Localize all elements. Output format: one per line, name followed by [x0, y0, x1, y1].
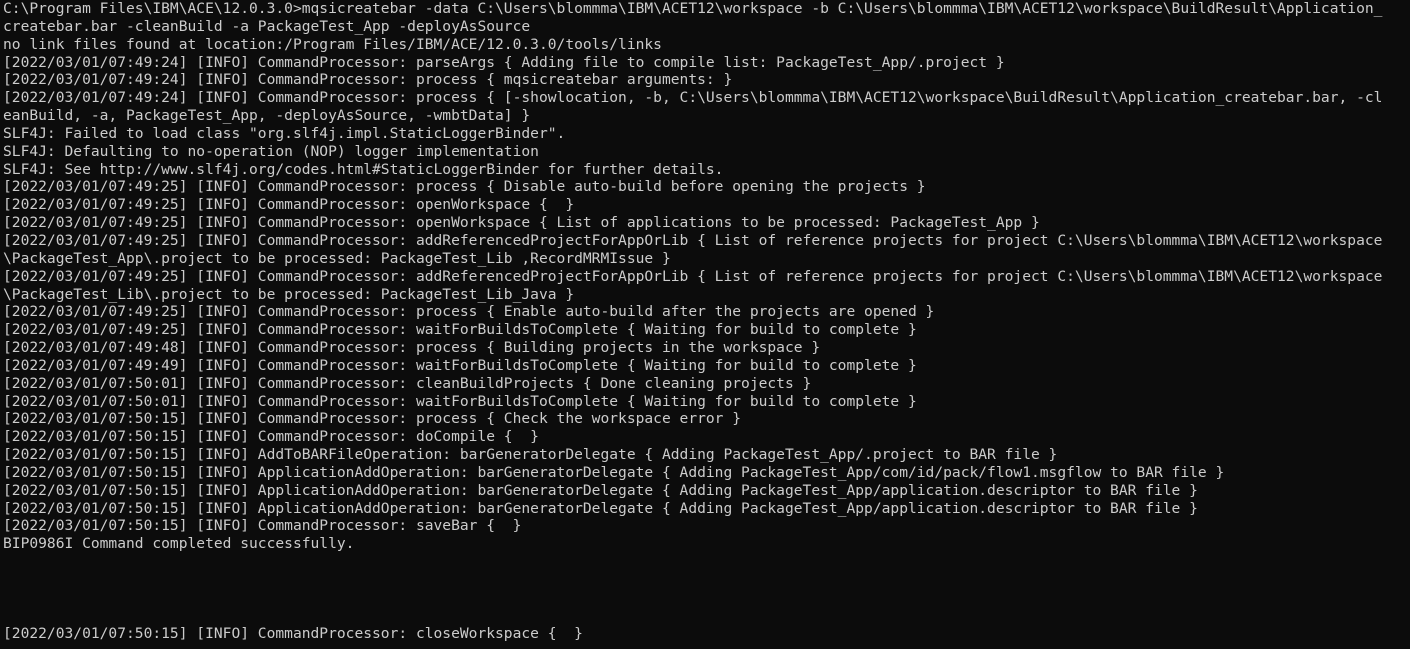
log-line: [2022/03/01/07:49:48] [INFO] CommandProc…: [3, 339, 821, 357]
output-line: SLF4J: Failed to load class "org.slf4j.i…: [3, 124, 566, 142]
log-line: eanBuild, -a, PackageTest_App, -deployAs…: [3, 107, 531, 125]
command-continuation-line: createbar.bar -cleanBuild -a PackageTest…: [3, 17, 531, 35]
log-line: [2022/03/01/07:49:25] [INFO] CommandProc…: [3, 321, 917, 339]
log-line: [2022/03/01/07:49:25] [INFO] CommandProc…: [3, 267, 1383, 285]
final-log-line: [2022/03/01/07:50:15] [INFO] CommandProc…: [3, 624, 583, 642]
log-line: [2022/03/01/07:50:15] [INFO] Application…: [3, 481, 1198, 499]
log-line: [2022/03/01/07:49:49] [INFO] CommandProc…: [3, 356, 917, 374]
output-block: C:\Program Files\IBM\ACE\12.0.3.0>mqsicr…: [3, 0, 1410, 553]
log-line: [2022/03/01/07:50:15] [INFO] CommandProc…: [3, 410, 742, 428]
output-line: SLF4J: See http://www.slf4j.org/codes.ht…: [3, 160, 724, 178]
log-line: [2022/03/01/07:50:01] [INFO] CommandProc…: [3, 392, 917, 410]
log-line: [2022/03/01/07:50:15] [INFO] AddToBARFil…: [3, 446, 1058, 464]
console-window[interactable]: C:\Program Files\IBM\ACE\12.0.3.0>mqsicr…: [0, 0, 1410, 649]
log-line: \PackageTest_Lib\.project to be processe…: [3, 285, 575, 303]
command-prompt-line: C:\Program Files\IBM\ACE\12.0.3.0>mqsicr…: [3, 0, 1383, 17]
success-message: BIP0986I Command completed successfully.: [3, 535, 355, 553]
log-line: [2022/03/01/07:49:25] [INFO] CommandProc…: [3, 231, 1383, 249]
log-line: [2022/03/01/07:49:25] [INFO] CommandProc…: [3, 196, 575, 214]
log-line: [2022/03/01/07:50:15] [INFO] CommandProc…: [3, 428, 539, 446]
output-line: SLF4J: Defaulting to no-operation (NOP) …: [3, 142, 539, 160]
output-line: no link files found at location:/Program…: [3, 35, 662, 53]
log-line: [2022/03/01/07:49:24] [INFO] CommandProc…: [3, 89, 1383, 107]
log-line: [2022/03/01/07:50:15] [INFO] CommandProc…: [3, 517, 522, 535]
log-line: [2022/03/01/07:49:25] [INFO] CommandProc…: [3, 214, 1040, 232]
log-line: [2022/03/01/07:49:25] [INFO] CommandProc…: [3, 303, 935, 321]
log-line: \PackageTest_App\.project to be processe…: [3, 249, 671, 267]
log-line: [2022/03/01/07:49:24] [INFO] CommandProc…: [3, 53, 1005, 71]
log-line: [2022/03/01/07:50:15] [INFO] Application…: [3, 463, 1225, 481]
log-line: [2022/03/01/07:50:01] [INFO] CommandProc…: [3, 374, 812, 392]
blank-area: [3, 553, 1410, 624]
log-line: [2022/03/01/07:49:24] [INFO] CommandProc…: [3, 71, 733, 89]
log-line: [2022/03/01/07:50:15] [INFO] Application…: [3, 499, 1198, 517]
log-line: [2022/03/01/07:49:25] [INFO] CommandProc…: [3, 178, 926, 196]
